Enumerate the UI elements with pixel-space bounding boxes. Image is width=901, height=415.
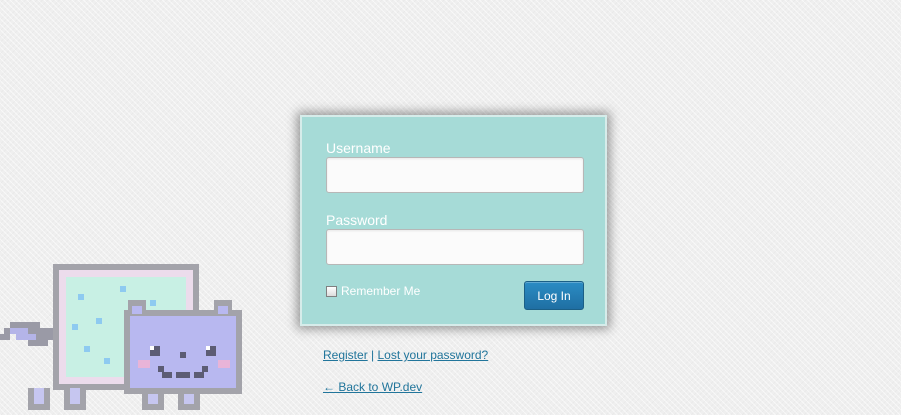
login-nav: Register | Lost your password?	[323, 348, 488, 362]
back-to-site-link[interactable]: ← Back to WP.dev	[323, 380, 422, 394]
username-label: Username	[326, 140, 391, 156]
log-in-button[interactable]: Log In	[524, 281, 584, 310]
link-separator: |	[371, 348, 375, 362]
remember-me-checkbox[interactable]	[326, 285, 337, 297]
password-label: Password	[326, 212, 388, 228]
remember-me-row[interactable]: Remember Me	[326, 284, 420, 298]
login-form: Username Password Remember Me Log In	[300, 115, 607, 326]
nyan-cat-icon	[0, 264, 242, 410]
username-input[interactable]	[326, 157, 584, 193]
remember-me-label[interactable]: Remember Me	[341, 284, 420, 298]
lost-password-link[interactable]: Lost your password?	[378, 348, 489, 362]
register-link[interactable]: Register	[323, 348, 368, 362]
password-input[interactable]	[326, 229, 584, 265]
